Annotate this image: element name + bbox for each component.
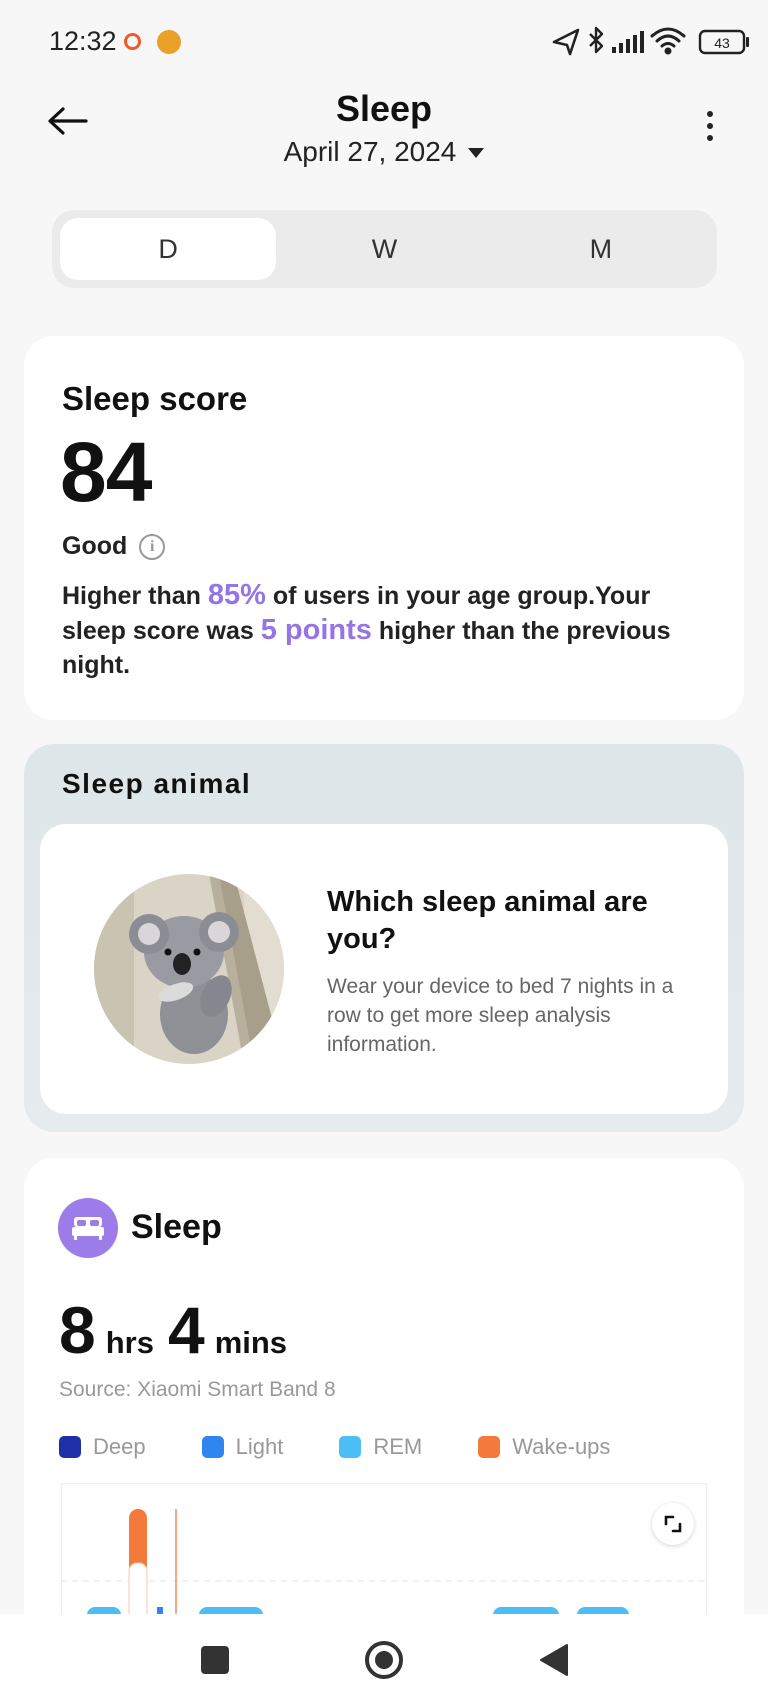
legend-label: Wake-ups — [512, 1434, 611, 1459]
bed-glyph — [72, 1217, 104, 1240]
expand-icon — [664, 1515, 682, 1533]
page-title: Sleep — [335, 88, 433, 129]
battery-icon: 43 — [698, 29, 749, 55]
date-picker[interactable]: April 27, 2024 — [0, 136, 768, 168]
sleep-stage-chart — [61, 1483, 707, 1623]
sleep-animal-info: Wear your device to bed 7 nights in a ro… — [327, 975, 674, 1056]
dot-icon — [707, 123, 713, 129]
record-dot-icon — [124, 33, 141, 50]
desc-text: Higher than — [62, 582, 208, 610]
sleep-score-card: Sleep score 84 Good i Higher than 85% of… — [24, 336, 744, 720]
points-highlight: 5 points — [260, 614, 372, 646]
square-icon — [201, 1646, 229, 1674]
legend-item-wakeups: Wake-ups — [478, 1434, 610, 1460]
koala-illustration — [94, 874, 284, 1064]
sleep-heading: Sleep — [131, 1208, 222, 1246]
date-text: April 27, 2024 — [283, 136, 457, 167]
system-nav-bar — [0, 1614, 768, 1706]
legend-swatch-deep — [59, 1436, 81, 1458]
tab-day[interactable]: D — [60, 218, 277, 280]
dot-icon — [707, 111, 713, 117]
legend-item-light: Light — [201, 1434, 284, 1460]
caret-down-icon — [468, 148, 485, 158]
legend-swatch-rem — [339, 1436, 362, 1458]
bluetooth-icon — [589, 26, 604, 54]
recent-apps-button[interactable] — [191, 1636, 239, 1684]
duration-hours-unit: hrs — [105, 1325, 154, 1360]
location-arrow-icon — [552, 28, 580, 56]
legend-label: Deep — [93, 1434, 146, 1459]
info-icon[interactable]: i — [139, 533, 166, 560]
sleep-score-label: Sleep score — [62, 380, 248, 417]
rating-text: Good — [62, 532, 128, 560]
percent-highlight: 85% — [207, 579, 266, 611]
legend-item-rem: REM — [339, 1434, 422, 1460]
duration-hours: 8 — [59, 1293, 96, 1367]
sleep-animal-question: Which sleep animal are you? — [327, 886, 648, 955]
status-time: 12:32 — [49, 26, 117, 56]
sleep-stage-legend: Deep Light REM Wake-ups — [59, 1434, 666, 1460]
period-tabs: D W M — [52, 210, 717, 288]
expand-chart-button[interactable] — [652, 1503, 694, 1545]
duration-mins-unit: mins — [214, 1325, 288, 1360]
status-icons: 43 — [552, 26, 749, 56]
tab-month[interactable]: M — [493, 218, 709, 280]
legend-swatch-wakeups — [478, 1436, 501, 1458]
dot-icon — [707, 135, 713, 141]
status-bar: 12:32 43 — [0, 0, 768, 84]
legend-label: Light — [235, 1434, 284, 1459]
legend-label: REM — [373, 1434, 423, 1459]
signal-icon — [612, 31, 644, 53]
chart-frame — [61, 1483, 707, 1623]
sleep-animal-heading: Sleep animal — [62, 768, 252, 799]
sleep-animal-panel[interactable]: Which sleep animal are you? Wear your de… — [40, 824, 728, 1114]
data-source: Source: Xiaomi Smart Band 8 — [59, 1378, 336, 1401]
score-description: Higher than 85% of users in your age gro… — [62, 578, 702, 682]
sleep-score-value: 84 — [60, 425, 152, 519]
legend-item-deep: Deep — [59, 1434, 146, 1460]
sleep-duration: 8 hrs 4 mins — [59, 1292, 291, 1368]
sleep-animal-card: Sleep animal Which sleep animal are you?… — [24, 744, 744, 1132]
home-button[interactable] — [360, 1636, 408, 1684]
back-nav-button[interactable] — [530, 1636, 578, 1684]
legend-swatch-light — [201, 1436, 224, 1458]
tab-week[interactable]: W — [276, 218, 492, 280]
battery-level: 43 — [714, 35, 730, 51]
duration-mins: 4 — [167, 1293, 205, 1367]
home-circle-icon — [365, 1641, 403, 1679]
bed-icon — [58, 1198, 118, 1258]
app-notification-icon — [157, 30, 181, 54]
back-triangle-icon — [540, 1644, 568, 1676]
koala-image — [94, 874, 284, 1064]
more-options-button[interactable] — [692, 104, 728, 148]
wifi-icon — [650, 27, 686, 55]
score-rating: Good i — [62, 532, 166, 561]
